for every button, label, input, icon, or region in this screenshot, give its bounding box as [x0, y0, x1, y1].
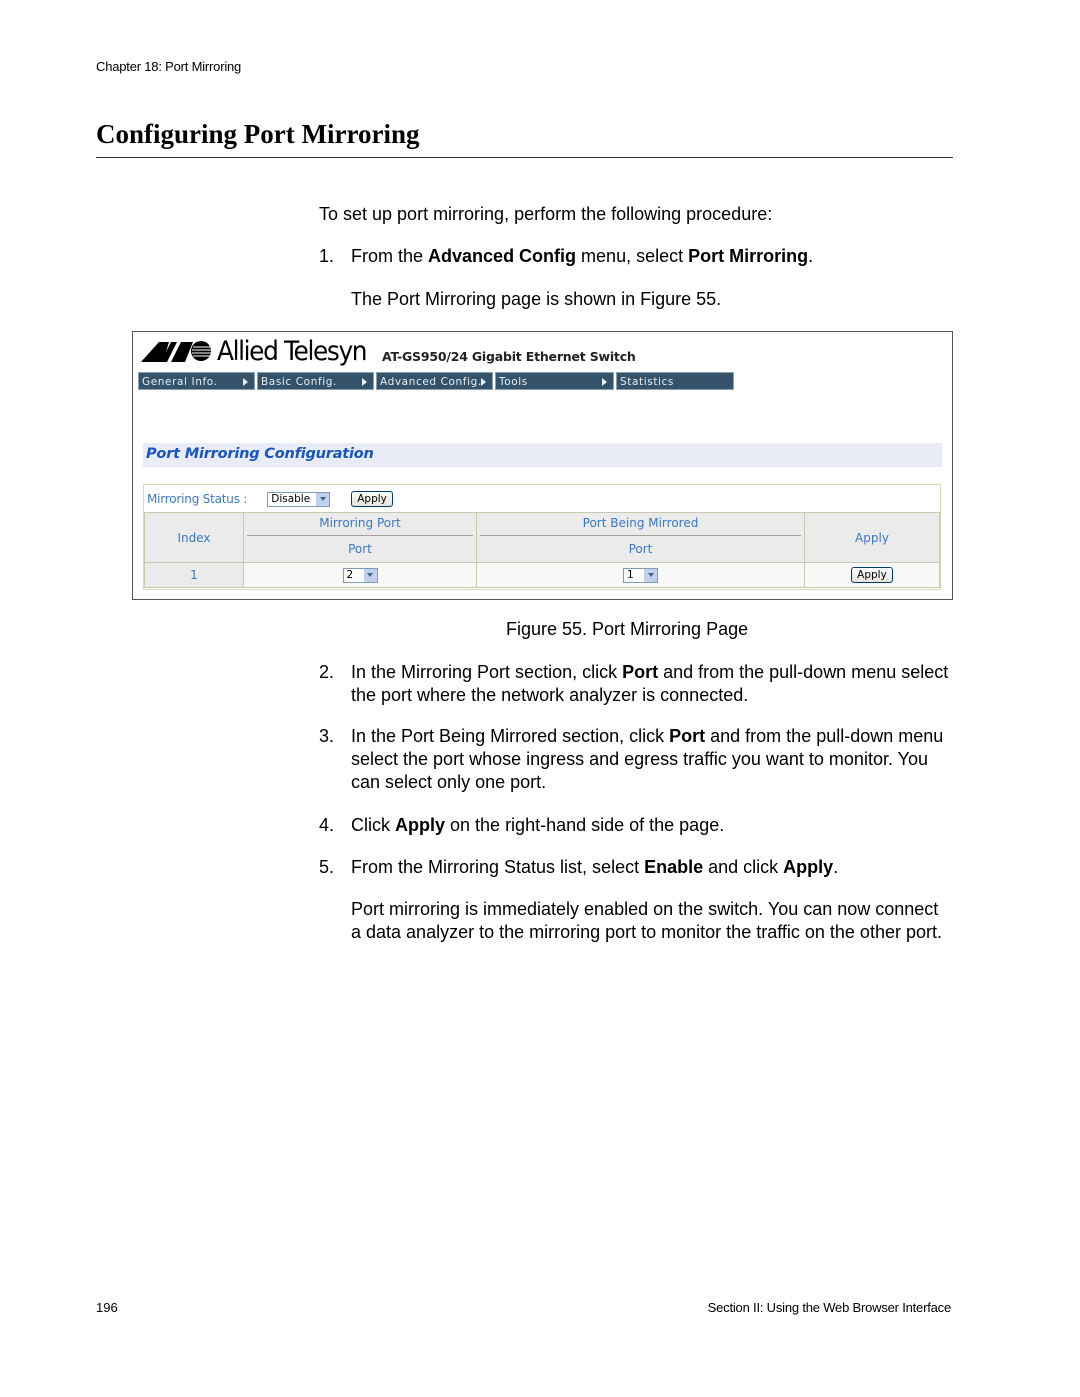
step-1-note: The Port Mirroring page is shown in Figu… [351, 289, 722, 309]
index-header-label: Index [177, 530, 211, 545]
mirroring-status-label: Mirroring Status : [147, 492, 248, 506]
triangle-right-icon [481, 378, 486, 386]
mirroring-port-select[interactable]: 2 [342, 567, 378, 583]
logo: Allied Telesyn [141, 335, 379, 367]
step-5: 5. From the Mirroring Status list, selec… [319, 856, 949, 879]
chevron-down-icon [644, 568, 657, 582]
mirrored-port-cell: 1 [476, 562, 805, 588]
mirroring-status-select[interactable]: Disable [267, 491, 331, 507]
section-title: Port Mirroring Configuration [146, 446, 374, 462]
nav-label: General Info. [142, 376, 218, 388]
text-run: From the [351, 246, 429, 266]
row-apply-button[interactable]: Apply [851, 567, 893, 583]
apply-cell: Apply [804, 562, 940, 588]
status-row: Mirroring Status : Disable Apply [147, 489, 393, 509]
select-value: 1 [627, 569, 634, 582]
mirroring-port-cell: 2 [243, 562, 477, 588]
nav-label: Tools [499, 376, 528, 388]
figure-caption: Figure 55. Port Mirroring Page [506, 619, 749, 639]
nav-bar: General Info. Basic Config. Advanced Con… [138, 372, 736, 390]
nav-item-basic-config[interactable]: Basic Config. [257, 372, 374, 390]
step-text: Click Apply on the right-hand side of th… [351, 814, 949, 837]
emphasized-term: Advanced Config [428, 246, 577, 266]
emphasized-term: Port [622, 662, 659, 682]
title-rule [96, 157, 953, 158]
nav-item-advanced-config[interactable]: Advanced Config. [376, 372, 493, 390]
text-run: on the right-hand side of the page. [445, 815, 725, 835]
text-run: and click [703, 857, 784, 877]
chevron-down-icon [316, 492, 330, 506]
step-text: From the Advanced Config menu, select Po… [351, 245, 949, 268]
mirrored-port-title: Port Being Mirrored [480, 513, 801, 536]
mirroring-port-title: Mirroring Port [247, 513, 473, 536]
text-run: . [833, 857, 839, 877]
index-value: 1 [190, 568, 198, 582]
nav-label: Basic Config. [261, 376, 337, 388]
text-run: menu, select [576, 246, 689, 266]
footer-section: Section II: Using the Web Browser Interf… [707, 1300, 952, 1315]
select-value: Disable [271, 493, 311, 505]
nav-item-general-info[interactable]: General Info. [138, 372, 255, 390]
port-table: Index Mirroring Port Port Port Being Mir… [144, 512, 940, 588]
emphasized-term: Enable [644, 857, 704, 877]
figure-screenshot: Allied Telesyn AT-GS950/24 Gigabit Ether… [132, 331, 953, 600]
triangle-right-icon [362, 378, 367, 386]
step-3: 3. In the Port Being Mirrored section, c… [319, 725, 949, 794]
emphasized-term: Apply [783, 857, 834, 877]
page-title: Configuring Port Mirroring [96, 119, 420, 149]
triangle-right-icon [602, 378, 607, 386]
chevron-down-icon [363, 568, 377, 582]
apply-header: Apply [804, 512, 940, 563]
mirrored-port-select[interactable]: 1 [623, 567, 658, 583]
step-text: In the Mirroring Port section, click Por… [351, 661, 949, 707]
intro-paragraph: To set up port mirroring, perform the fo… [319, 204, 773, 224]
index-cell: 1 [144, 562, 244, 588]
mirroring-port-header: Mirroring Port Port [243, 512, 477, 563]
index-header: Index [144, 512, 244, 563]
table-row: 1 2 1 Apply [144, 562, 940, 588]
mirroring-port-subheader[interactable]: Port [244, 536, 476, 562]
mirrored-port-header: Port Being Mirrored Port [476, 512, 805, 563]
nav-item-statistics[interactable]: Statistics [616, 372, 734, 390]
emphasized-term: Port [669, 726, 706, 746]
emphasized-term: Apply [395, 815, 446, 835]
text-run: . [808, 246, 814, 266]
nav-label: Advanced Config. [380, 376, 482, 388]
text-run: In the Mirroring Port section, click [351, 662, 623, 682]
step-1: 1. From the Advanced Config menu, select… [319, 245, 949, 268]
text-run: In the Port Being Mirrored section, clic… [351, 726, 670, 746]
running-head: Chapter 18: Port Mirroring [96, 59, 242, 74]
step-number: 1. [319, 246, 335, 266]
product-name: AT-GS950/24 Gigabit Ethernet Switch [382, 349, 636, 364]
apply-header-label: Apply [855, 530, 889, 545]
step-text: In the Port Being Mirrored section, clic… [351, 725, 949, 794]
step-text: From the Mirroring Status list, select E… [351, 856, 949, 879]
step-number: 4. [319, 815, 335, 835]
emphasized-term: Port Mirroring [688, 246, 809, 266]
allied-telesyn-logo-icon [141, 341, 211, 362]
mirrored-port-subheader[interactable]: Port [477, 536, 804, 562]
nav-label: Statistics [620, 376, 674, 388]
triangle-right-icon [243, 378, 248, 386]
step-5-note: Port mirroring is immediately enabled on… [351, 899, 942, 942]
step-number: 3. [319, 726, 335, 746]
step-number: 2. [319, 662, 335, 682]
brand-name: Allied Telesyn [217, 335, 368, 367]
text-run: Click [351, 815, 395, 835]
text-run: From the Mirroring Status list, select [351, 857, 645, 877]
page-number: 196 [96, 1300, 118, 1315]
config-panel: Mirroring Status : Disable Apply Index M… [143, 484, 941, 590]
status-apply-button[interactable]: Apply [351, 491, 393, 507]
step-number: 5. [319, 857, 335, 877]
step-2: 2. In the Mirroring Port section, click … [319, 661, 949, 707]
select-value: 2 [346, 569, 354, 582]
section-header: Port Mirroring Configuration [143, 443, 942, 467]
nav-item-tools[interactable]: Tools [495, 372, 614, 390]
step-4: 4. Click Apply on the right-hand side of… [319, 814, 949, 837]
